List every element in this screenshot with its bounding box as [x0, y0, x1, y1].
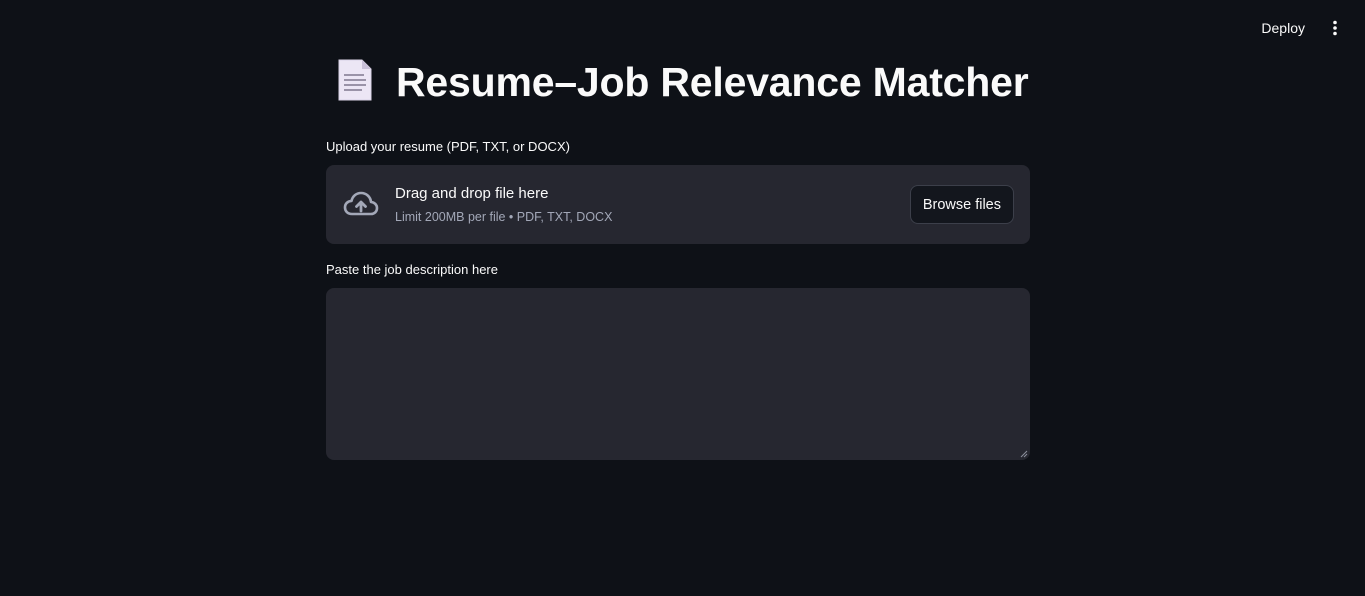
file-dropzone[interactable]: Drag and drop file here Limit 200MB per … — [326, 165, 1030, 244]
dropzone-instructions: Drag and drop file here Limit 200MB per … — [395, 184, 910, 225]
more-vertical-icon — [1333, 20, 1337, 36]
drag-drop-text: Drag and drop file here — [395, 185, 549, 202]
resume-upload-label: Upload your resume (PDF, TXT, or DOCX) — [326, 139, 570, 154]
main-menu-button[interactable] — [1323, 16, 1347, 40]
job-description-textarea[interactable] — [326, 288, 1030, 460]
cloud-upload-icon — [343, 191, 379, 215]
browse-files-button[interactable]: Browse files — [909, 185, 1014, 224]
job-description-label: Paste the job description here — [326, 262, 498, 277]
main-content: Resume–Job Relevance Matcher Upload your… — [326, 56, 1030, 460]
page-title-text: Resume–Job Relevance Matcher — [396, 59, 1029, 105]
deploy-button[interactable]: Deploy — [1251, 14, 1315, 42]
page-facing-up-icon — [336, 58, 374, 115]
job-description-container — [326, 288, 1030, 460]
resize-handle-icon[interactable] — [1020, 450, 1028, 458]
file-limit-text: Limit 200MB per file • PDF, TXT, DOCX — [395, 210, 613, 224]
top-toolbar: Deploy — [1251, 0, 1365, 56]
page-title: Resume–Job Relevance Matcher — [326, 56, 1030, 115]
